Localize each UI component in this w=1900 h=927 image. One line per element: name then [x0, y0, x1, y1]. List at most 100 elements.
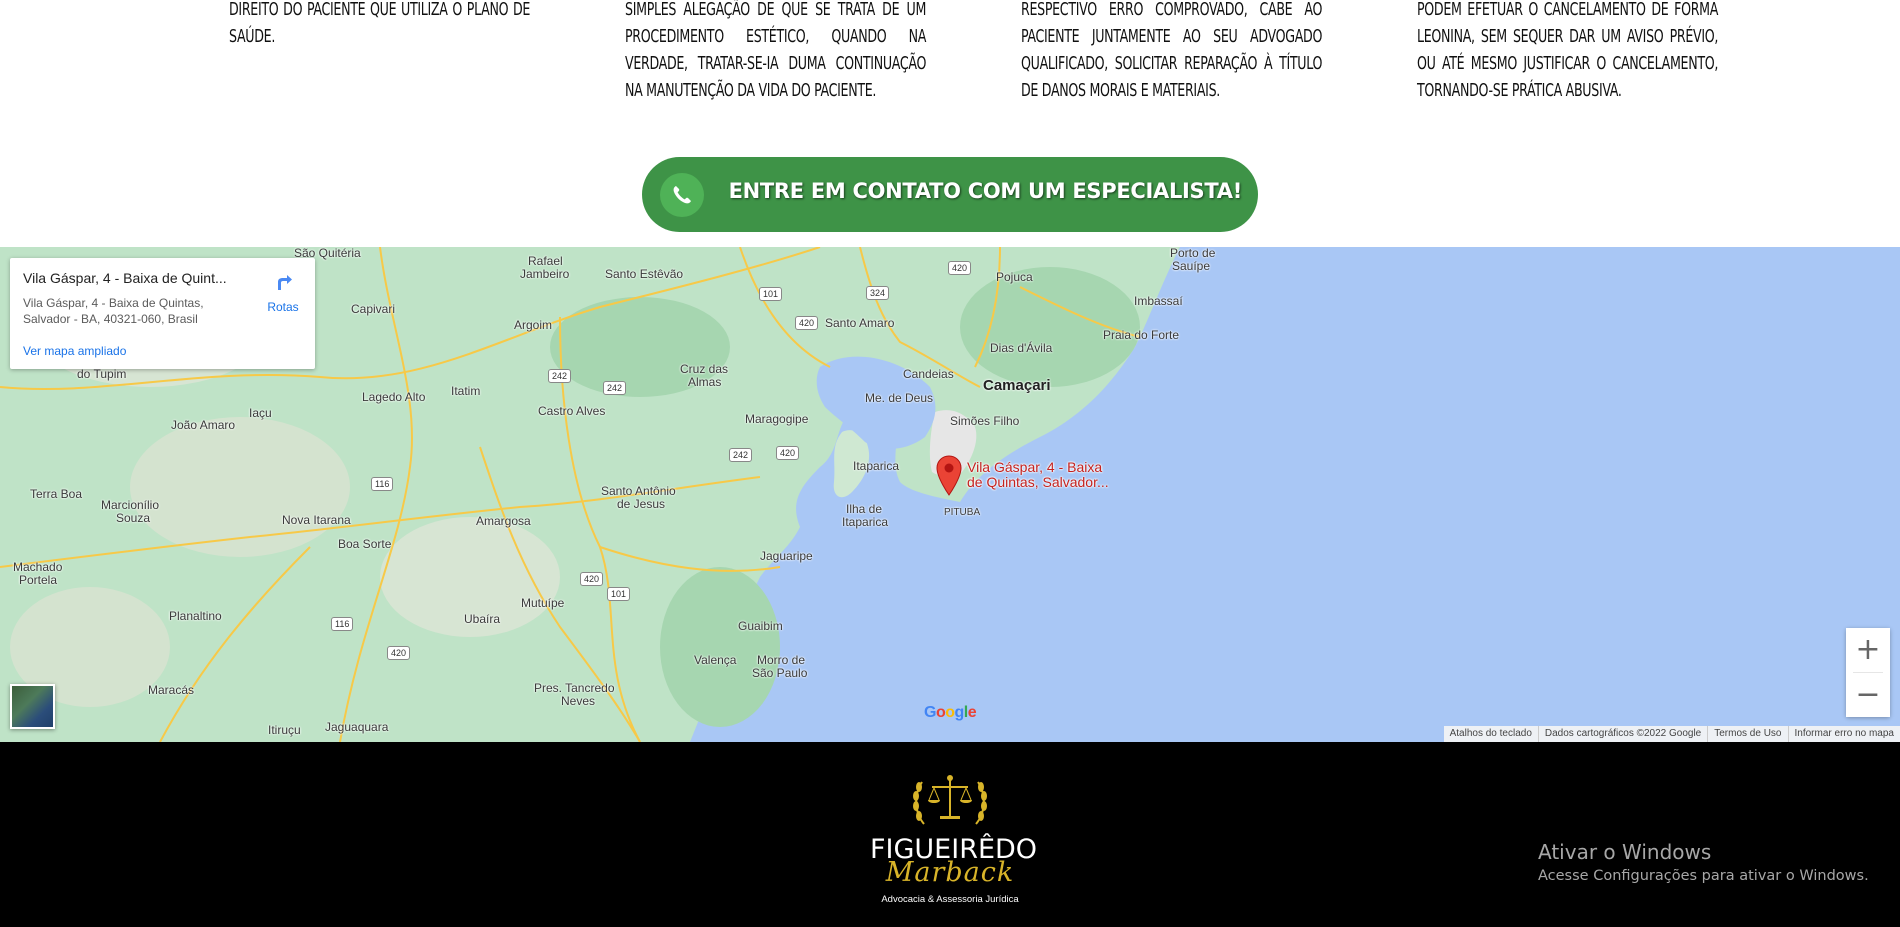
place-pituba: PITUBA [944, 507, 981, 518]
text-column-3: respectivo erro comprovado, cabe ao paci… [1021, 0, 1322, 104]
place-iacu: Iaçu [249, 406, 272, 420]
place-nova-itarana: Nova Itarana [282, 513, 351, 527]
site-footer: FIGUEIRÊDO Marback Advocacia & Assessori… [0, 742, 1900, 927]
road-shield: 242 [548, 369, 572, 383]
larger-map-link[interactable]: Ver mapa ampliado [23, 344, 126, 358]
pin-label[interactable]: Vila Gáspar, 4 - Baixa de Quintas, Salva… [967, 460, 1109, 490]
google-logo: Google [924, 704, 977, 722]
place-almas: Almas [688, 375, 722, 389]
place-title: Vila Gáspar, 4 - Baixa de Quint... [23, 270, 227, 286]
contact-specialist-button[interactable]: ENTRE EM CONTATO COM UM ESPECIALISTA! [642, 157, 1258, 232]
zoom-out-button[interactable]: − [1846, 673, 1890, 717]
road-shield: 420 [795, 316, 819, 330]
zoom-in-button[interactable]: + [1846, 628, 1890, 672]
place-itaparica-2: Itaparica [842, 515, 889, 529]
google-map[interactable]: São Quitéria Rafael Jambeiro Santo Estêv… [0, 247, 1900, 742]
place-jaguaquara: Jaguaquara [325, 720, 389, 734]
text-column-4: podem efetuar o cancelamento de forma le… [1417, 0, 1718, 104]
place-maracas: Maracás [148, 683, 195, 697]
road-shield: 420 [948, 261, 972, 275]
google-logo-letter: G [924, 704, 936, 721]
place-me-de-deus: Me. de Deus [865, 391, 934, 405]
road-shield: 101 [759, 287, 783, 301]
place-do-tupim: do Tupim [77, 367, 127, 381]
windows-activation-subtitle: Acesse Configurações para ativar o Windo… [1538, 868, 1869, 884]
place-santo-estevao: Santo Estêvão [605, 267, 684, 281]
road-shield: 420 [776, 446, 800, 460]
place-pojuca: Pojuca [996, 270, 1033, 284]
road-shield: 242 [729, 448, 753, 462]
contact-specialist-label: ENTRE EM CONTATO COM UM ESPECIALISTA! [728, 179, 1243, 203]
place-itirucu: Itiruçu [268, 723, 301, 737]
column-2-text: simples alegação de que se trata de um p… [625, 0, 927, 101]
scales-of-justice-icon [913, 775, 987, 825]
location-pin-icon[interactable] [935, 454, 963, 496]
text-columns: direito do paciente que utiliza o plano … [0, 0, 1900, 150]
place-address: Vila Gáspar, 4 - Baixa de Quintas, Salva… [23, 295, 233, 327]
place-souza: Souza [116, 511, 151, 525]
place-de-jesus: de Jesus [617, 497, 666, 511]
place-argoim: Argoim [514, 318, 553, 332]
keyboard-shortcuts-link[interactable]: Atalhos do teclado [1444, 726, 1538, 742]
road-shield: 324 [866, 286, 890, 300]
place-planaltino: Planaltino [169, 609, 222, 623]
place-amargosa: Amargosa [476, 514, 531, 528]
place-jaguaripe: Jaguaripe [760, 549, 813, 563]
windows-activation-title: Ativar o Windows [1538, 840, 1712, 864]
place-santo-amaro: Santo Amaro [825, 316, 895, 330]
map-footer: Atalhos do teclado Dados cartográficos ©… [1443, 726, 1900, 742]
column-3-text: respectivo erro comprovado, cabe ao paci… [1021, 0, 1323, 101]
place-valenca: Valença [694, 653, 737, 667]
map-data-credit: Dados cartográficos ©2022 Google [1537, 726, 1707, 742]
place-joao-amaro: João Amaro [171, 418, 236, 432]
address-line-1: Vila Gáspar, 4 - Baixa de Quintas, [23, 296, 204, 310]
place-sao-paulo: São Paulo [752, 666, 808, 680]
road-shield: 420 [580, 572, 604, 586]
road-shield: 242 [603, 381, 627, 395]
place-maragogipe: Maragogipe [745, 412, 809, 426]
terms-link[interactable]: Termos de Uso [1707, 726, 1787, 742]
directions-icon [278, 275, 292, 290]
place-sauipe: Sauípe [1172, 259, 1211, 273]
place-mutuipe: Mutuípe [521, 596, 565, 610]
pin-label-line-1: Vila Gáspar, 4 - Baixa [967, 459, 1103, 475]
place-ubaira: Ubaíra [464, 612, 501, 626]
directions-label: Rotas [267, 300, 299, 314]
place-castro-alves: Castro Alves [538, 404, 606, 418]
logo: FIGUEIRÊDO Marback Advocacia & Assessori… [870, 766, 1037, 916]
place-praia-do-forte: Praia do Forte [1103, 328, 1180, 342]
google-logo-letter: e [967, 704, 977, 721]
zoom-control: + − [1846, 628, 1890, 717]
page: direito do paciente que utiliza o plano … [0, 0, 1900, 927]
brand-script: Marback [885, 857, 1015, 888]
place-itaparica: Itaparica [853, 459, 900, 473]
place-jambeiro: Jambeiro [520, 267, 570, 281]
place-capivari: Capivari [351, 302, 396, 316]
google-logo-letter: o [935, 704, 946, 721]
whatsapp-icon [660, 173, 704, 217]
google-logo-letter: o [945, 704, 955, 721]
place-guaibim: Guaibim [738, 619, 783, 633]
place-terra-boa: Terra Boa [30, 487, 83, 501]
satellite-toggle-button[interactable] [10, 684, 55, 729]
column-4-text: podem efetuar o cancelamento de forma le… [1417, 0, 1719, 101]
report-error-link[interactable]: Informar erro no mapa [1787, 726, 1900, 742]
address-line-2: Salvador - BA, 40321-060, Brasil [23, 312, 198, 326]
place-candeias: Candeias [903, 367, 954, 381]
pin-label-line-2: de Quintas, Salvador... [967, 474, 1109, 490]
road-shield: 116 [331, 617, 354, 631]
place-portela: Portela [19, 573, 58, 587]
google-logo-letter: g [954, 704, 965, 721]
windows-activation-watermark: Ativar o Windows Acesse Configurações pa… [1538, 840, 1869, 884]
place-lagedo-alto: Lagedo Alto [362, 390, 426, 404]
place-camacari: Camaçari [983, 377, 1051, 394]
place-itatim: Itatim [451, 384, 481, 398]
road-shield: 116 [371, 477, 394, 491]
place-info-card: Vila Gáspar, 4 - Baixa de Quint... Vila … [10, 258, 315, 369]
place-simoes-filho: Simões Filho [950, 414, 1020, 428]
column-1-text: direito do paciente que utiliza o plano … [229, 0, 531, 47]
brand-tagline: Advocacia & Assessoria Jurídica [881, 894, 1019, 905]
place-neves: Neves [561, 694, 596, 708]
place-imbassai: Imbassaí [1134, 294, 1183, 308]
directions-button[interactable]: Rotas [260, 270, 306, 314]
